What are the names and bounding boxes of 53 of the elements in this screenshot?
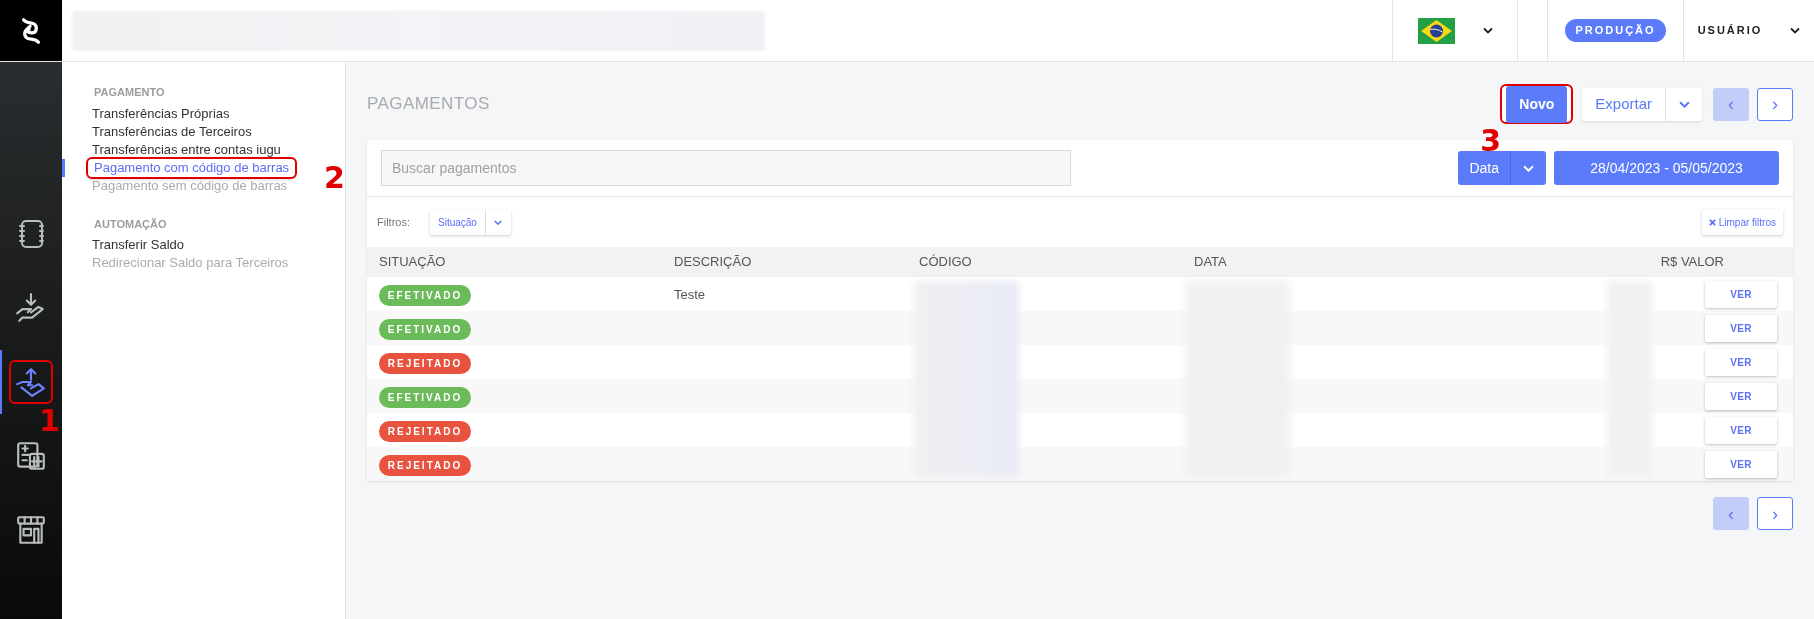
notebook-icon [17, 218, 45, 250]
column-header: DESCRIÇÃO [674, 253, 753, 272]
status-badge: REJEITADO [379, 353, 471, 374]
user-menu[interactable]: USUÁRIO [1683, 0, 1814, 61]
calculator-icon [15, 440, 47, 472]
flag-icon [1417, 17, 1455, 44]
view-button[interactable]: VER [1705, 280, 1777, 308]
annotation-number: 2 [324, 162, 345, 193]
next-page-button[interactable]: › [1757, 497, 1793, 530]
view-button[interactable]: VER [1705, 450, 1777, 478]
status-badge: REJEITADO [379, 421, 471, 442]
submenu-link[interactable]: Transferências entre contas iugu [86, 140, 287, 159]
status-badge: EFETIVADO [379, 387, 471, 408]
table-cell: Teste [674, 287, 706, 302]
status-filter-dropdown[interactable]: Situação [430, 209, 486, 235]
column-header: SITUAÇÃO [379, 253, 447, 272]
environment-badge: PRODUÇÃO [1565, 19, 1666, 42]
view-button[interactable]: VER [1705, 348, 1777, 376]
submenu-link[interactable]: Pagamento com código de barras [86, 156, 298, 179]
status-badge: EFETIVADO [379, 285, 471, 306]
submenu-link[interactable]: Transferir Saldo [86, 236, 190, 254]
status-badge: REJEITADO [379, 455, 471, 476]
column-header: R$ VALOR [1659, 253, 1724, 272]
submenu-link[interactable]: Transferências Próprias [86, 104, 236, 123]
chevron-down-icon [1482, 27, 1493, 34]
section-heading: PAGAMENTO [93, 85, 166, 100]
date-range-button[interactable]: 28/04/2023 - 05/05/2023 [1554, 151, 1779, 185]
status-badge: EFETIVADO [379, 319, 471, 340]
column-header: DATA [1194, 253, 1228, 272]
submenu-link[interactable]: Transferências de Terceiros [86, 122, 258, 141]
view-button[interactable]: VER [1705, 416, 1777, 444]
view-button[interactable]: VER [1705, 382, 1777, 410]
hand-arrow-up-icon [15, 366, 47, 398]
chevron-down-icon [1790, 27, 1801, 34]
rail-button[interactable] [9, 360, 53, 404]
chevron-down-icon [494, 219, 503, 225]
clear-filters-button[interactable]: Limpar filtros [1701, 209, 1783, 235]
section-heading: AUTOMAÇÃO [93, 216, 168, 232]
search-field[interactable]: Buscar pagamentos [381, 150, 1071, 186]
user-menu-label: USUÁRIO [1697, 23, 1763, 39]
chevron-down-icon [1678, 100, 1690, 108]
new-button[interactable]: Novo [1500, 84, 1574, 124]
page-title: PAGAMENTOS [367, 93, 490, 116]
logo-tile[interactable] [0, 0, 62, 61]
annotation-number: 1 [39, 406, 60, 436]
next-page-button[interactable]: › [1757, 87, 1793, 121]
filters-label: Filtros: [377, 214, 410, 230]
hand-arrow-down-icon [15, 292, 47, 324]
column-header: CÓDIGO [919, 253, 973, 272]
chevron-down-icon [1523, 164, 1534, 172]
close-icon [1708, 218, 1716, 226]
view-button[interactable]: VER [1705, 314, 1777, 342]
store-icon [15, 514, 47, 546]
